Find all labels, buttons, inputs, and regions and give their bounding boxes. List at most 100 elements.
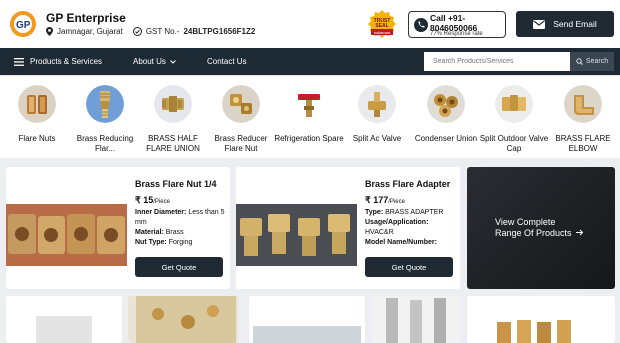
get-quote-button[interactable]: Get Quote [365, 257, 453, 277]
product-card[interactable]: Brass Flare Nut 1/4 ₹ 15/Piece Inner Dia… [6, 167, 230, 289]
product-title[interactable]: Brass Flare Adapter [365, 179, 450, 189]
product-card[interactable] [128, 296, 238, 343]
gst-label: GST No.- [145, 27, 180, 36]
spec-value: BRASS ADAPTER [385, 209, 444, 216]
nav-about-label: About Us [133, 57, 166, 66]
category-item[interactable]: Refrigeration Spare [274, 85, 344, 144]
nav-products-label: Products & Services [30, 57, 103, 66]
nav-about-us[interactable]: About Us [133, 57, 176, 66]
view-complete-range-link[interactable]: View Complete Range Of Products [495, 217, 584, 239]
category-label: Brass Reducing Flar... [76, 134, 134, 153]
price-value: ₹ 15 [135, 195, 154, 205]
category-label: Split Outdoor Valve Cap [479, 134, 549, 153]
spec-key: Material: [135, 229, 164, 236]
trust-seal-badge[interactable]: TRUST SEAL indiamart [366, 9, 398, 39]
nav-products-services[interactable]: Products & Services [14, 57, 102, 66]
brass-reducing-icon [86, 85, 124, 123]
svg-text:indiamart: indiamart [374, 30, 391, 35]
product-card[interactable] [467, 296, 615, 343]
send-email-button[interactable]: Send Email [516, 11, 614, 37]
svg-text:SEAL: SEAL [375, 23, 388, 29]
site-header: GP GP Enterprise Jamnagar, Gujarat GST N… [0, 0, 620, 48]
category-item[interactable]: Brass Reducer Flare Nut [206, 85, 276, 154]
category-label: Condenser Union [414, 134, 478, 143]
search-input[interactable] [424, 52, 570, 71]
gst-check-icon [132, 27, 142, 36]
product-specs: Type: BRASS ADAPTER Usage/Application: H… [365, 208, 457, 248]
category-strip: Flare Nuts Brass Reducing Flar... BRASS … [0, 75, 620, 158]
flare-nut-icon [18, 85, 56, 123]
product-price: ₹ 177/Piece [365, 195, 405, 206]
get-quote-button[interactable]: Get Quote [135, 257, 223, 277]
search-icon [576, 58, 583, 65]
view-complete-label: View Complete Range Of Products [495, 217, 572, 238]
product-specs: Inner Diameter: Less than 5 mm Material:… [135, 208, 227, 248]
price-unit: /Piece [153, 199, 170, 205]
product-image[interactable] [236, 204, 357, 266]
spec-key: Usage/Application: [365, 219, 429, 226]
company-name[interactable]: GP Enterprise [46, 11, 126, 25]
spec-key: Inner Diameter: [135, 209, 187, 216]
outdoor-valve-cap-icon [495, 85, 533, 123]
company-meta: Jamnagar, Gujarat GST No.- 24BLTPG1656F1Z… [46, 27, 255, 36]
spec-row: Usage/Application: HVAC&R [365, 218, 457, 238]
product-image[interactable] [372, 296, 460, 343]
product-image[interactable] [249, 296, 365, 343]
spec-value: Brass [165, 229, 184, 236]
product-card[interactable]: Brass Flare Adapter ₹ 177/Piece Type: BR… [236, 167, 460, 289]
category-item[interactable]: BRASS HALF FLARE UNION [138, 85, 208, 154]
category-label: Refrigeration Spare [274, 134, 344, 143]
category-label: Brass Reducer Flare Nut [214, 134, 268, 153]
product-image[interactable] [128, 296, 238, 343]
price-value: ₹ 177 [365, 195, 389, 205]
product-price: ₹ 15/Piece [135, 195, 170, 206]
category-label: Split Ac Valve [352, 134, 402, 143]
spec-row: Inner Diameter: Less than 5 mm [135, 208, 227, 228]
search-button-label: Search [585, 58, 609, 65]
product-title[interactable]: Brass Flare Nut 1/4 [135, 179, 217, 189]
price-unit: /Piece [388, 199, 405, 205]
product-image[interactable] [467, 296, 615, 343]
category-item[interactable]: Split Ac Valve [342, 85, 412, 144]
spec-row: Nut Type: Forging [135, 238, 227, 248]
location-pin-icon [46, 27, 53, 36]
product-image[interactable] [6, 296, 122, 343]
category-label: BRASS FLARE ELBOW [555, 134, 611, 153]
category-item[interactable]: Flare Nuts [2, 85, 72, 144]
category-item[interactable]: BRASS FLARE ELBOW [548, 85, 618, 154]
nav-contact-us[interactable]: Contact Us [207, 57, 247, 66]
spec-key: Model Name/Number: [365, 239, 437, 246]
category-item[interactable]: Brass Reducing Flar... [70, 85, 140, 154]
product-card[interactable] [372, 296, 460, 343]
hamburger-menu-icon [14, 57, 24, 66]
search-bar: Search [424, 52, 614, 71]
category-item[interactable]: Split Outdoor Valve Cap [479, 85, 549, 154]
brass-reducer-icon [222, 85, 260, 123]
send-email-label: Send Email [553, 19, 597, 29]
spec-row: Type: BRASS ADAPTER [365, 208, 457, 218]
spec-key: Nut Type: [135, 239, 167, 246]
category-label: Flare Nuts [18, 134, 56, 143]
call-button[interactable]: Call +91-8046050066 77% Response rate [408, 11, 506, 38]
nav-contact-label: Contact Us [207, 57, 247, 66]
split-ac-valve-icon [358, 85, 396, 123]
gp-logo[interactable]: GP [8, 10, 38, 38]
spec-row: Model Name/Number: [365, 238, 457, 248]
company-location: Jamnagar, Gujarat [57, 27, 123, 36]
view-complete-range-card[interactable]: View Complete Range Of Products [467, 167, 615, 289]
spec-key: Type: [365, 209, 384, 216]
category-item[interactable]: Condenser Union [411, 85, 481, 144]
product-card[interactable] [249, 296, 365, 343]
call-number[interactable]: Call +91-8046050066 [430, 13, 496, 33]
spec-row: Material: Brass [135, 228, 227, 238]
refrigeration-spare-icon [290, 85, 328, 123]
category-label: BRASS HALF FLARE UNION [146, 134, 200, 153]
product-card[interactable] [6, 296, 122, 343]
product-image[interactable] [6, 204, 127, 266]
mail-icon [533, 19, 546, 29]
brass-flare-elbow-icon [564, 85, 602, 123]
search-button[interactable]: Search [570, 52, 614, 71]
response-rate: 77% Response rate [430, 31, 483, 37]
chevron-down-icon [170, 59, 176, 64]
arrow-right-icon [575, 229, 583, 236]
